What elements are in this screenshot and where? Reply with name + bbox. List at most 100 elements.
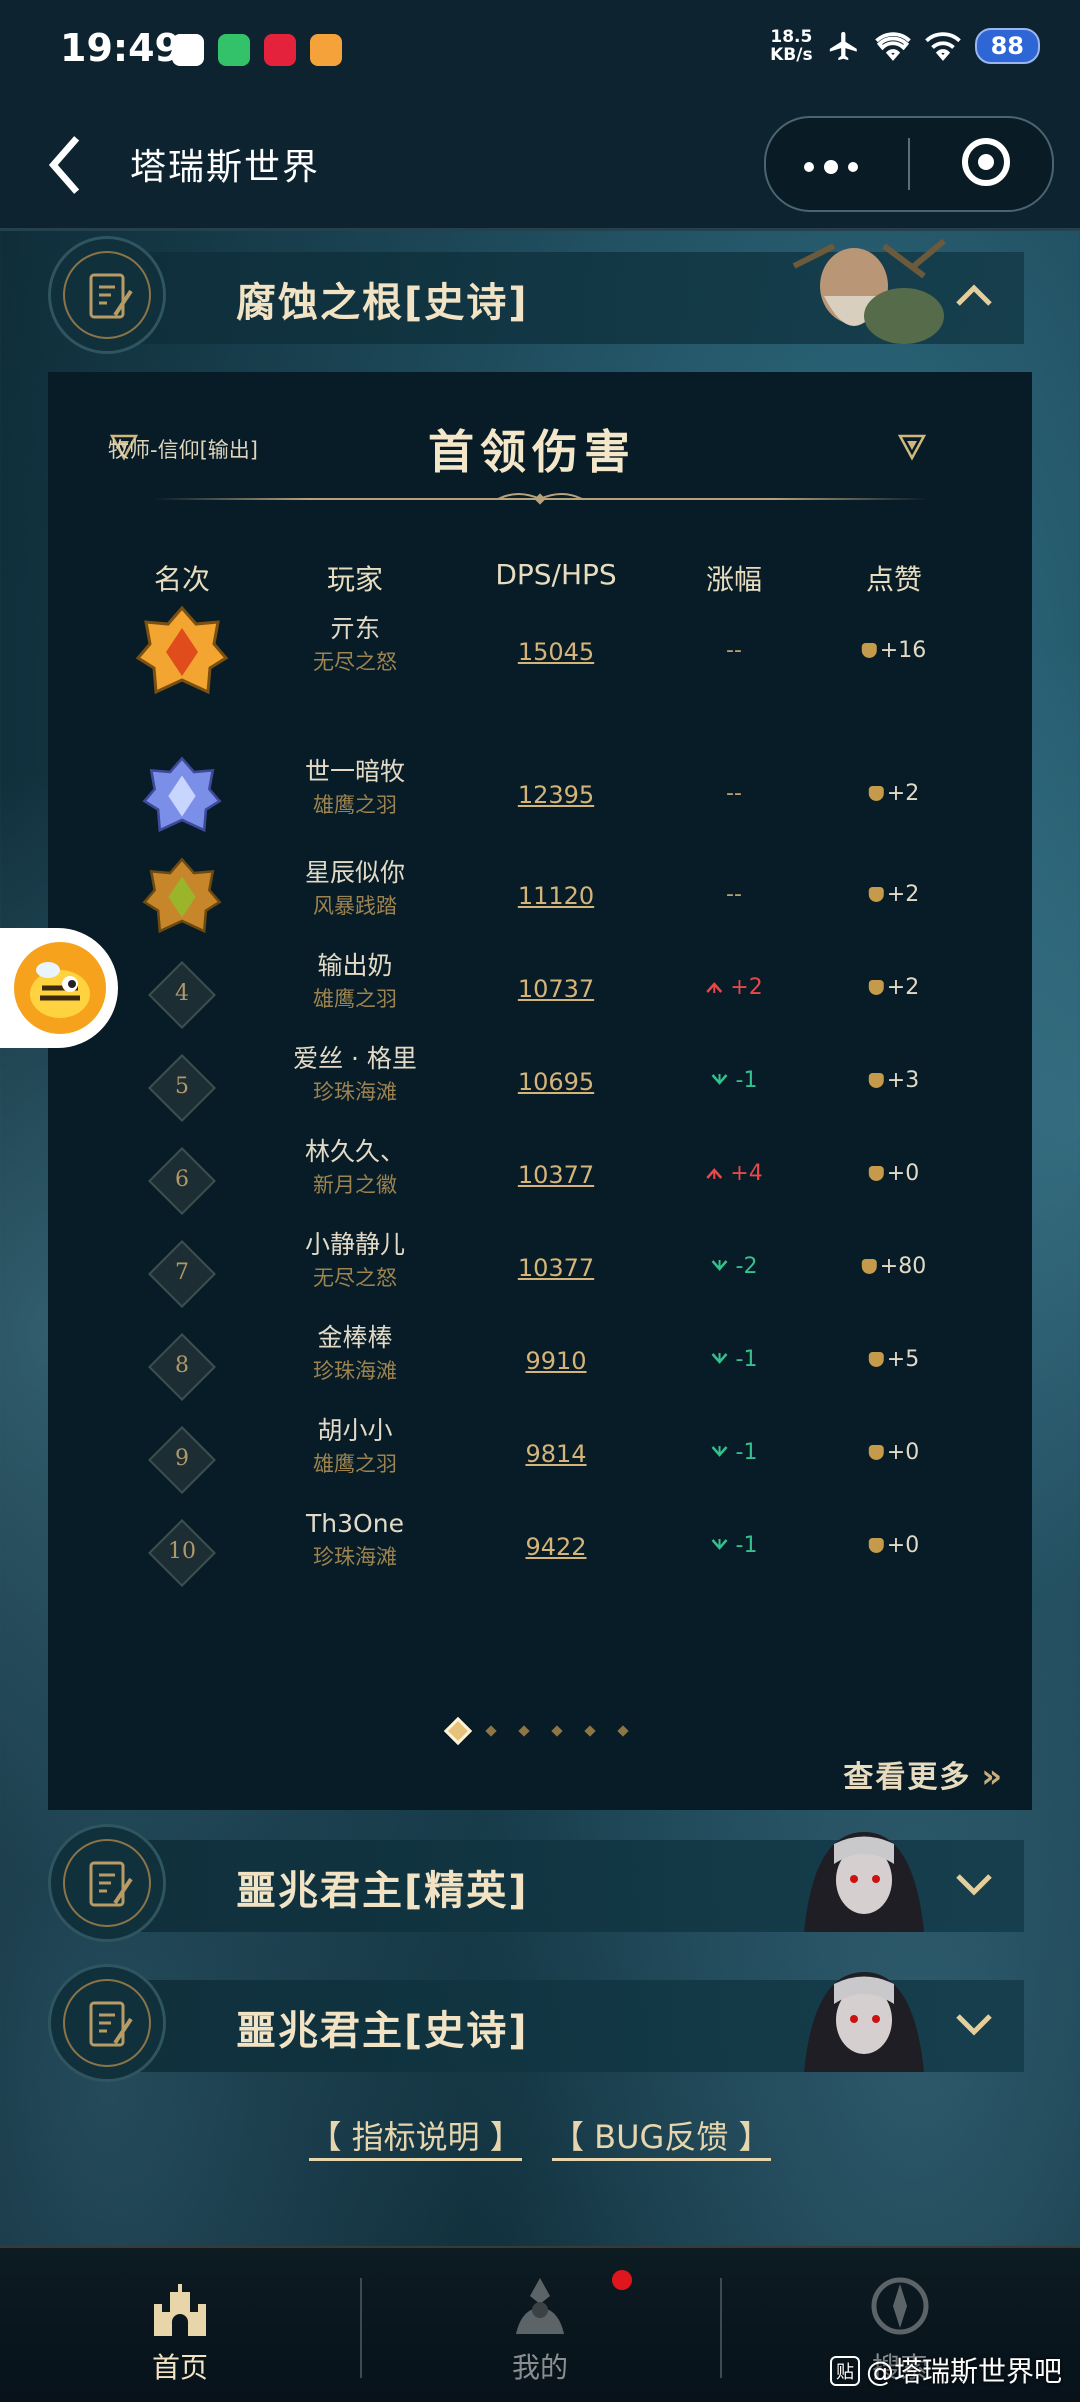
like-button[interactable]: +0 [868,1533,919,1558]
like-icon [868,1166,884,1181]
col-likes: 点赞 [865,563,923,596]
close-target-icon[interactable] [962,138,1010,186]
rank-change-value: -1 [735,1440,758,1465]
metrics-help-link[interactable]: 【 指标说明 】 [309,2118,522,2161]
rank-number: 8 [175,1353,189,1378]
down-arrow-icon [711,1074,728,1085]
like-count: +2 [886,975,920,1000]
rank-change-value: -1 [735,1347,758,1372]
dps-value-link[interactable]: 9422 [525,1533,586,1561]
expand-chevron-icon[interactable] [954,1870,994,1896]
rank-change-value: -2 [735,1254,758,1279]
player-cell[interactable]: 林久久、 新月之徽 [255,1135,455,1201]
player-name: 爱丝 · 格里 [293,1044,417,1073]
player-name: 金棒棒 [317,1323,393,1352]
page-dot[interactable] [518,1725,530,1737]
like-count: +5 [886,1347,920,1372]
boss-name: 噩兆君主[史诗] [236,2008,529,2054]
class-filter-label[interactable]: 牧师-信仰[输出] [108,434,258,464]
airplane-icon [829,31,857,61]
rank-diamond: 6 [146,1145,218,1217]
dps-value-link[interactable]: 10695 [518,1068,594,1096]
bug-report-link[interactable]: 【 BUG反馈 】 [552,2118,771,2161]
like-count: +2 [886,781,920,806]
capsule-divider [908,138,910,190]
more-menu-button[interactable] [804,160,858,174]
boss-section-header[interactable]: 腐蚀之根[史诗] [48,236,1024,354]
emblem-right-icon [897,434,927,461]
dps-value-link[interactable]: 11120 [518,882,594,910]
expand-chevron-icon[interactable] [954,2010,994,2036]
like-icon [868,1073,884,1088]
rank-change: +2 [705,975,763,1000]
net-speed-unit: KB/s [770,45,813,65]
dps-value-link[interactable]: 10377 [518,1161,594,1189]
like-button[interactable]: +2 [868,781,920,806]
dps-value-link[interactable]: 10737 [518,975,594,1003]
dps-value-link[interactable]: 9910 [525,1347,586,1375]
player-cell[interactable]: 胡小小 雄鹰之羽 [255,1414,455,1480]
wifi-icon [924,32,961,61]
app-notification-icon [218,34,250,66]
boss-portrait [792,238,946,344]
like-button[interactable]: +80 [861,1254,926,1279]
tab-mine[interactable]: 我的 [360,2248,720,2402]
floating-assistant-button[interactable] [0,928,118,1048]
player-cell[interactable]: 亓东 无尽之怒 [255,612,455,678]
like-button[interactable]: +2 [868,975,920,1000]
tab-home[interactable]: 首页 [0,2248,360,2402]
dps-value-link[interactable]: 9814 [525,1440,586,1468]
page-dot[interactable] [485,1725,497,1737]
like-button[interactable]: +5 [868,1347,920,1372]
player-cell[interactable]: 星辰似你 风暴践踏 [255,856,455,922]
page-dot[interactable] [617,1725,629,1737]
like-button[interactable]: +0 [868,1161,919,1186]
page-dot[interactable] [443,1716,473,1746]
page-dot[interactable] [551,1725,563,1737]
watermark-badge: 贴 [829,2356,860,2386]
dps-value-link[interactable]: 15045 [518,638,594,666]
collapse-chevron-icon[interactable] [954,282,994,308]
like-button[interactable]: +0 [868,1440,920,1465]
boss-section-header[interactable]: 噩兆君主[史诗] [48,1964,1024,2082]
rank-medal-icon [142,756,222,833]
like-icon [861,1259,877,1274]
up-arrow-icon [706,1168,723,1179]
rank-number: 7 [175,1260,189,1285]
boss-name: 噩兆君主[精英] [236,1868,529,1914]
player-name: 输出奶 [317,951,393,980]
player-cell[interactable]: 输出奶 雄鹰之羽 [255,949,455,1015]
like-button[interactable]: +16 [861,638,926,663]
table-row: 7 小静静儿 无尽之怒 10377 -2 +80 [48,1228,1032,1318]
player-cell[interactable]: Th3One 珍珠海滩 [255,1507,455,1573]
rank-change-value: +4 [730,1161,763,1186]
table-row: 9 胡小小 雄鹰之羽 9814 -1 +0 [48,1414,1032,1504]
rank-change-value: +2 [730,975,763,1000]
player-cell[interactable]: 小静静儿 无尽之怒 [255,1228,455,1294]
player-cell[interactable]: 爱丝 · 格里 珍珠海滩 [255,1042,455,1108]
like-button[interactable]: +3 [868,1068,920,1093]
col-player: 玩家 [326,563,384,596]
down-arrow-icon [711,1539,728,1550]
rank-diamond: 8 [146,1331,218,1403]
guild-name: 珍珠海滩 [313,1359,397,1383]
profile-emblem-icon [516,2278,564,2334]
scroll-emblem [48,236,166,354]
guild-name: 珍珠海滩 [313,1545,397,1569]
boss-section-header[interactable]: 噩兆君主[精英] [48,1824,1024,1942]
scroll-icon [89,1861,133,1907]
page-dot[interactable] [584,1725,596,1737]
page-indicator [48,1716,1032,1746]
like-count: +3 [886,1068,920,1093]
rank-number: 4 [175,981,189,1006]
view-more-link[interactable]: 查看更多 » [843,1752,1004,1796]
dps-value-link[interactable]: 10377 [518,1254,594,1282]
player-cell[interactable]: 世一暗牧 雄鹰之羽 [255,755,455,821]
dps-value-link[interactable]: 12395 [518,781,594,809]
wifi-icon [874,32,911,61]
player-cell[interactable]: 金棒棒 珍珠海滩 [255,1321,455,1387]
status-bar: 19:49 18.5 KB/s 88 [0,0,1080,100]
like-button[interactable]: +2 [868,882,919,907]
back-arrow-icon[interactable] [40,130,90,200]
like-count: +0 [886,1440,920,1465]
